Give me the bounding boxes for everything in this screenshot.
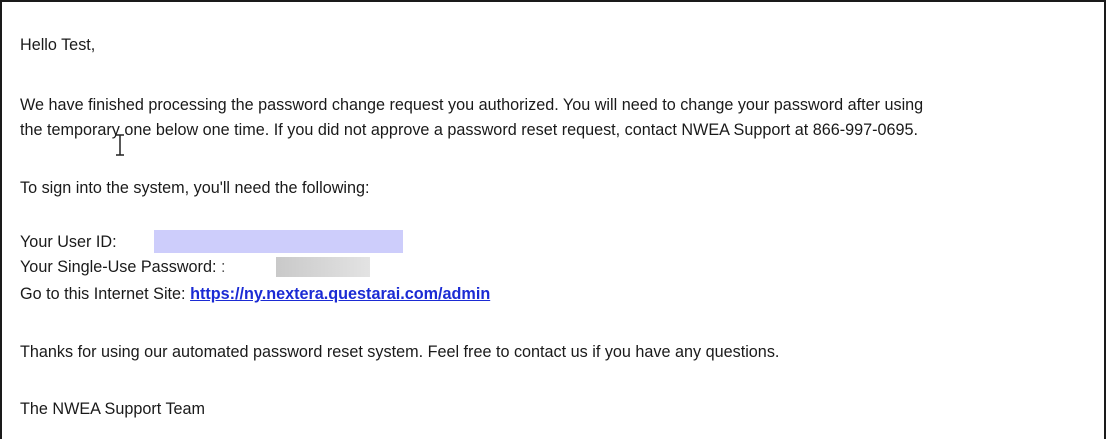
- user-id-label: Your User ID:: [20, 233, 117, 251]
- thanks-line: Thanks for using our automated password …: [20, 343, 780, 361]
- site-row: Go to this Internet Site: https://ny.nex…: [20, 282, 490, 306]
- password-label: Your Single-Use Password:: [20, 258, 217, 276]
- password-row: Your Single-Use Password: :: [20, 255, 370, 279]
- site-link[interactable]: https://ny.nextera.questarai.com/admin: [190, 285, 490, 303]
- paragraph-line-1: We have finished processing the password…: [20, 96, 924, 114]
- password-colon: :: [220, 258, 226, 276]
- greeting: Hello Test,: [20, 36, 96, 54]
- sign-in-instructions: To sign into the system, you'll need the…: [20, 179, 370, 197]
- user-id-row: Your User ID:: [20, 230, 403, 254]
- user-id-redaction: [154, 230, 403, 253]
- signature: The NWEA Support Team: [20, 400, 206, 418]
- text-ibeam-cursor-icon: [116, 134, 124, 156]
- email-body: Hello Test, We have finished processing …: [0, 0, 1106, 439]
- paragraph-line-2: the temporary one below one time. If you…: [20, 121, 919, 139]
- site-label: Go to this Internet Site:: [20, 285, 186, 303]
- password-redaction: [276, 257, 370, 277]
